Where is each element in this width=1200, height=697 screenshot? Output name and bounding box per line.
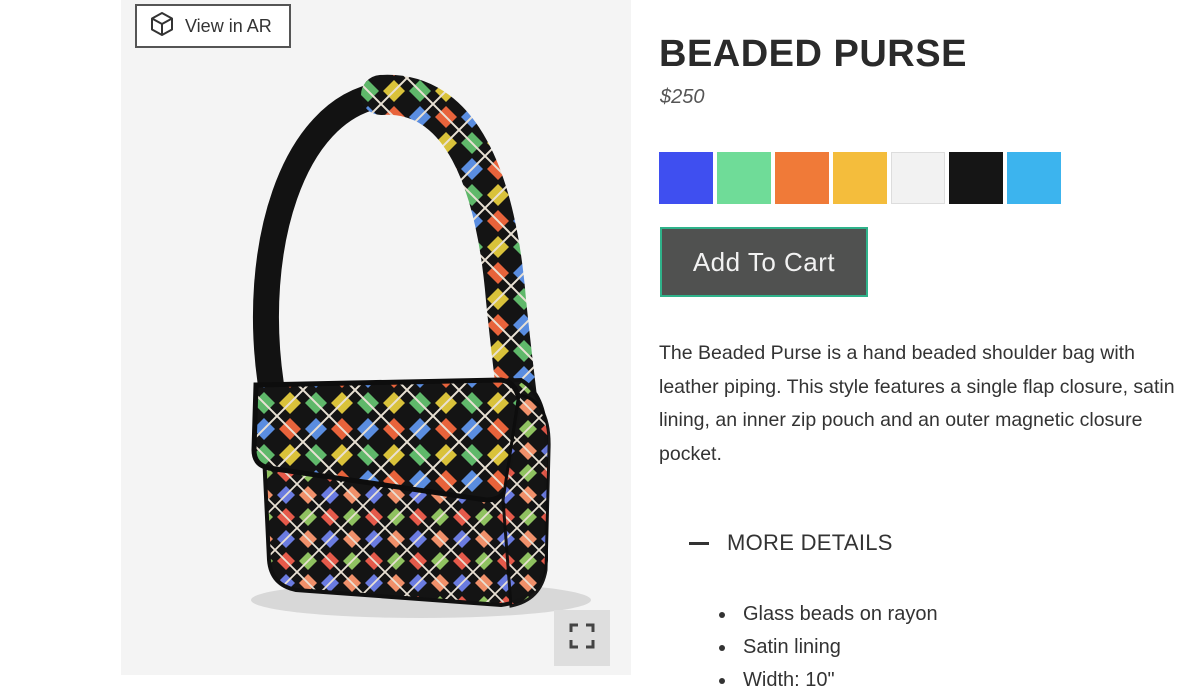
list-item: Width: 10" [719, 664, 938, 697]
more-details-toggle[interactable]: MORE DETAILS [689, 530, 893, 556]
minus-icon [689, 541, 709, 545]
view-in-ar-button[interactable]: View in AR [135, 4, 291, 48]
list-item: Glass beads on rayon [719, 598, 938, 631]
swatch-yellow[interactable] [833, 152, 887, 204]
product-description: The Beaded Purse is a hand beaded should… [659, 342, 1175, 465]
product-title: BEADED PURSE [659, 33, 967, 75]
swatch-black[interactable] [949, 152, 1003, 204]
beaded-purse-illustration [251, 74, 591, 618]
fullscreen-icon [569, 623, 595, 654]
color-swatches [659, 152, 1061, 204]
swatch-white[interactable] [891, 152, 945, 204]
product-viewer[interactable]: View in AR [121, 0, 631, 675]
list-item: Satin lining [719, 631, 938, 664]
swatch-blue[interactable] [659, 152, 713, 204]
more-details-label: MORE DETAILS [727, 530, 893, 555]
swatch-orange[interactable] [775, 152, 829, 204]
swatch-mint[interactable] [717, 152, 771, 204]
fullscreen-button[interactable] [554, 610, 610, 666]
product-price: $250 [660, 86, 705, 108]
cube-icon [149, 11, 175, 42]
view-in-ar-label: View in AR [185, 15, 272, 36]
swatch-sky-blue[interactable] [1007, 152, 1061, 204]
product-image [121, 0, 631, 675]
add-to-cart-button[interactable]: Add To Cart [660, 227, 868, 297]
details-list: Glass beads on rayon Satin lining Width:… [719, 598, 938, 697]
